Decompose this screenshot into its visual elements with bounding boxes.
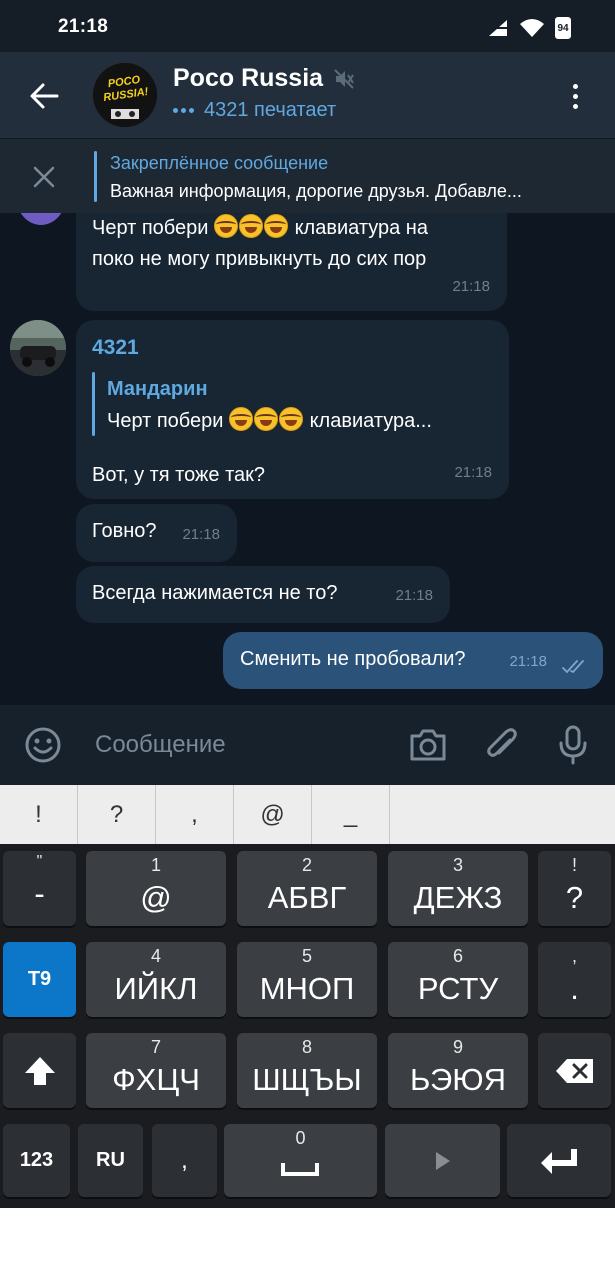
reply-name: Мандарин bbox=[107, 378, 208, 400]
message-bubble[interactable]: 4321 Мандарин Черт побери клавиатура... … bbox=[76, 320, 509, 499]
enter-arrow-icon bbox=[541, 1148, 577, 1174]
keyboard: ! ? , @ _ " - 1 @ 2 АБВГ 3 ДЕЖЗ ! ? T9 4… bbox=[0, 785, 615, 1208]
message-bubble[interactable]: Говно? 21:18 bbox=[76, 504, 237, 562]
suggestion-key[interactable]: _ bbox=[312, 785, 390, 844]
read-check-icon bbox=[562, 660, 584, 674]
pinned-title: Закреплённое сообщение bbox=[110, 153, 329, 173]
microphone-icon bbox=[559, 725, 587, 765]
suggestion-key[interactable]: , bbox=[156, 785, 234, 844]
key-5[interactable]: 5 МНОП bbox=[237, 942, 377, 1017]
pinned-text: Важная информация, дорогие друзья. Добав… bbox=[110, 181, 522, 201]
joy-emoji-icon bbox=[264, 214, 289, 238]
arrow-left-icon bbox=[30, 83, 59, 109]
play-arrow-icon bbox=[435, 1151, 450, 1170]
message-text: Говно? bbox=[92, 520, 157, 542]
message-list[interactable]: Черт побери клавиатура на поко не могу п… bbox=[0, 213, 615, 705]
typing-status-text: 4321 печатает bbox=[204, 99, 337, 121]
key-6[interactable]: 6 РСТУ bbox=[388, 942, 528, 1017]
message-text: Сменить не пробовали? bbox=[240, 648, 466, 670]
avatar[interactable] bbox=[16, 213, 66, 225]
key-2[interactable]: 2 АБВГ bbox=[237, 851, 377, 926]
smile-icon bbox=[25, 727, 61, 763]
chat-title-text: Poco Russia bbox=[173, 64, 324, 92]
suggestion-bar: ! ? , @ _ bbox=[0, 785, 615, 844]
typing-status: 4321 печатает bbox=[173, 99, 336, 122]
message-time: 21:18 bbox=[509, 653, 547, 670]
shift-arrow-icon bbox=[24, 1056, 55, 1085]
joy-emoji-icon bbox=[254, 407, 279, 431]
message-time: 21:18 bbox=[395, 587, 433, 604]
close-pinned-button[interactable] bbox=[22, 157, 66, 197]
message-time: 21:18 bbox=[182, 526, 220, 543]
key-3[interactable]: 3 ДЕЖЗ bbox=[388, 851, 528, 926]
back-button[interactable] bbox=[22, 74, 66, 118]
more-menu-button[interactable] bbox=[557, 76, 593, 116]
camera-button[interactable] bbox=[406, 723, 450, 767]
comma-key[interactable]: , bbox=[152, 1124, 217, 1197]
pinned-accent-bar bbox=[94, 151, 97, 202]
chat-title[interactable]: Poco Russia bbox=[173, 64, 355, 93]
message-bubble-outgoing[interactable]: Сменить не пробовали? 21:18 bbox=[223, 632, 603, 689]
key-1[interactable]: 1 @ bbox=[86, 851, 226, 926]
message-sender[interactable]: 4321 bbox=[92, 332, 139, 363]
chat-header: POCO RUSSIA! Poco Russia 4321 печатает bbox=[0, 52, 615, 138]
key-question[interactable]: ! ? bbox=[538, 851, 611, 926]
key-7[interactable]: 7 ФХЦЧ bbox=[86, 1033, 226, 1108]
message-input-bar: Сообщение bbox=[0, 705, 615, 785]
pinned-message-bar[interactable]: Закреплённое сообщение Важная информация… bbox=[0, 138, 615, 213]
voice-button[interactable] bbox=[551, 723, 595, 767]
battery-icon: 94 bbox=[555, 17, 571, 39]
backspace-key[interactable] bbox=[538, 1033, 611, 1108]
joy-emoji-icon bbox=[229, 407, 254, 431]
message-time: 21:18 bbox=[452, 278, 490, 295]
chat-avatar[interactable]: POCO RUSSIA! bbox=[93, 63, 157, 127]
next-key[interactable] bbox=[385, 1124, 500, 1197]
emoji-button[interactable] bbox=[21, 723, 65, 767]
paperclip-icon bbox=[487, 728, 517, 757]
key-8[interactable]: 8 ШЩЪЫ bbox=[237, 1033, 377, 1108]
joy-emoji-icon bbox=[239, 214, 264, 238]
message-text-line: Черт побери клавиатура на bbox=[92, 213, 428, 244]
reply-quote[interactable]: Мандарин Черт побери клавиатура... bbox=[92, 372, 492, 440]
avatar[interactable] bbox=[10, 320, 66, 376]
message-text: Вот, у тя тоже так? bbox=[92, 464, 266, 486]
language-key[interactable]: RU bbox=[78, 1124, 143, 1197]
status-bar: 21:18 94 bbox=[0, 0, 615, 52]
status-icons: 94 bbox=[487, 17, 571, 39]
close-icon bbox=[33, 166, 55, 188]
space-icon bbox=[281, 1163, 319, 1176]
key-period[interactable]: , . bbox=[538, 942, 611, 1017]
key-t9[interactable]: T9 bbox=[3, 942, 76, 1017]
shift-key[interactable] bbox=[3, 1033, 76, 1108]
suggestion-key[interactable]: ? bbox=[78, 785, 156, 844]
message-input[interactable]: Сообщение bbox=[95, 731, 226, 759]
message-text-line: поко не могу привыкнуть до сих пор bbox=[92, 248, 427, 270]
space-key[interactable]: 0 bbox=[224, 1124, 377, 1197]
suggestion-key[interactable]: ! bbox=[0, 785, 78, 844]
muted-icon bbox=[334, 68, 354, 89]
key-4[interactable]: 4 ИЙКЛ bbox=[86, 942, 226, 1017]
status-time: 21:18 bbox=[58, 16, 109, 37]
backspace-icon bbox=[555, 1058, 593, 1083]
key-9[interactable]: 9 ЬЭЮЯ bbox=[388, 1033, 528, 1108]
suggestion-key[interactable]: @ bbox=[234, 785, 312, 844]
attach-button[interactable] bbox=[480, 723, 524, 767]
telegram-app: 21:18 94 POCO RUSSIA! Poco Russia 4321 п… bbox=[0, 0, 615, 1208]
joy-emoji-icon bbox=[214, 214, 239, 238]
message-bubble[interactable]: Всегда нажимается не то? 21:18 bbox=[76, 566, 450, 623]
message-time: 21:18 bbox=[454, 464, 492, 481]
wifi-icon bbox=[520, 19, 544, 37]
enter-key[interactable] bbox=[507, 1124, 611, 1197]
numbers-key[interactable]: 123 bbox=[3, 1124, 70, 1197]
typing-dots-icon bbox=[173, 108, 194, 113]
reply-text: Черт побери клавиатура... bbox=[107, 406, 432, 437]
message-bubble[interactable]: Черт побери клавиатура на поко не могу п… bbox=[76, 213, 507, 311]
camera-icon bbox=[410, 729, 446, 761]
message-text: Всегда нажимается не то? bbox=[92, 582, 338, 604]
key-dash[interactable]: " - bbox=[3, 851, 76, 926]
reply-accent-bar bbox=[92, 372, 95, 436]
joy-emoji-icon bbox=[279, 407, 304, 431]
signal-icon bbox=[489, 20, 507, 36]
